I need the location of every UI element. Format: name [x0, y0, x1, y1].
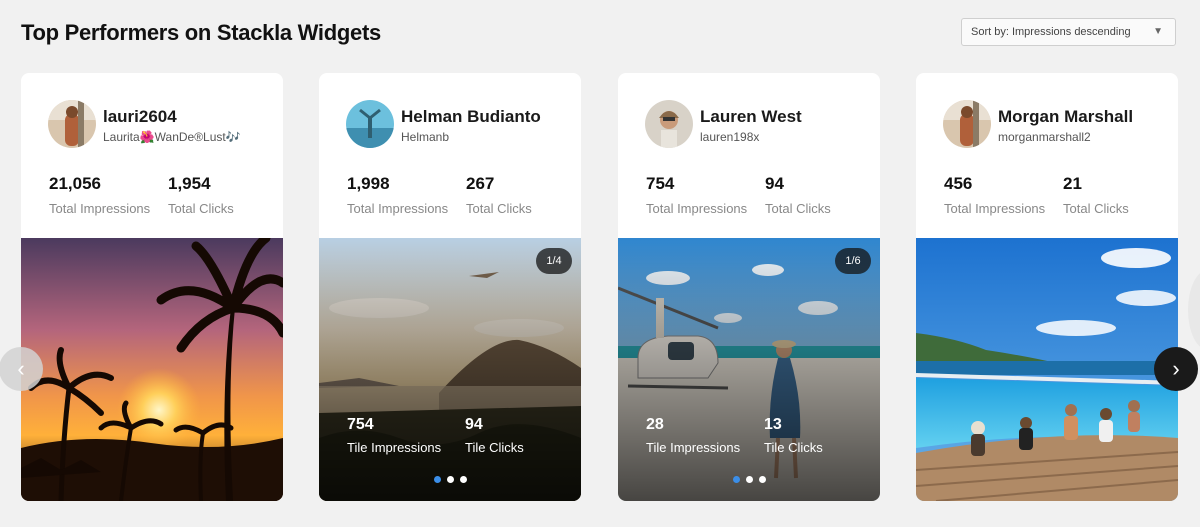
performer-name[interactable]: Lauren West [700, 107, 802, 127]
tile-impressions-label: Tile Impressions [646, 440, 741, 455]
tile-impressions-value: 754 [347, 416, 374, 433]
carousel-next-button[interactable]: › [1154, 347, 1198, 391]
tile-clicks: 94 Tile Clicks [465, 416, 524, 455]
carousel-dot[interactable] [758, 476, 766, 483]
post-image[interactable]: 1/4 754 Tile Impressions 94 Tile Clicks [319, 238, 581, 501]
post-image[interactable] [916, 238, 1178, 501]
total-clicks-value: 1,954 [168, 174, 211, 193]
carousel-dots [618, 476, 880, 483]
carousel-dot[interactable] [446, 476, 454, 483]
carousel-dots [319, 476, 581, 483]
carousel-dot[interactable] [459, 476, 467, 483]
tile-impressions-label: Tile Impressions [347, 440, 442, 455]
performer-handle: Laurita🌺WanDe®Lust🎶 [103, 130, 241, 144]
total-impressions-value: 456 [944, 174, 973, 193]
tile-impressions-value: 28 [646, 416, 664, 433]
total-clicks: 94 Total Clicks [765, 174, 831, 216]
tile-clicks-label: Tile Clicks [465, 440, 524, 455]
performer-name[interactable]: Helman Budianto [401, 107, 541, 127]
avatar [943, 100, 991, 148]
total-clicks: 267 Total Clicks [466, 174, 532, 216]
total-impressions-label: Total Impressions [347, 201, 449, 216]
tile-clicks-label: Tile Clicks [764, 440, 823, 455]
performer-name[interactable]: Morgan Marshall [998, 107, 1133, 127]
performer-name[interactable]: lauri2604 [103, 107, 177, 127]
total-impressions-label: Total Impressions [944, 201, 1046, 216]
total-impressions: 1,998 Total Impressions [347, 174, 448, 216]
total-clicks-label: Total Clicks [765, 201, 831, 216]
performer-card[interactable]: Lauren West lauren198x 754 Total Impress… [618, 73, 880, 501]
caret-down-icon: ▼ [1153, 26, 1163, 37]
total-clicks-value: 94 [765, 174, 784, 193]
tile-clicks-value: 94 [465, 416, 483, 433]
carousel-dot[interactable] [433, 476, 441, 483]
performer-card[interactable]: Morgan Marshall morganmarshall2 456 Tota… [916, 73, 1178, 501]
post-image[interactable] [21, 238, 283, 501]
tile-impressions: 28 Tile Impressions [646, 416, 740, 455]
sort-select[interactable]: Sort by: Impressions descending ▼ [961, 18, 1176, 46]
performer-card[interactable]: lauri2604 Laurita🌺WanDe®Lust🎶 21,056 Tot… [21, 73, 283, 501]
performer-handle: lauren198x [700, 130, 760, 144]
total-clicks-value: 21 [1063, 174, 1082, 193]
total-clicks-label: Total Clicks [1063, 201, 1129, 216]
post-image[interactable]: 1/6 28 Tile Impressions 13 Tile Clicks [618, 238, 880, 501]
performer-card[interactable]: Helman Budianto Helmanb 1,998 Total Impr… [319, 73, 581, 501]
sort-select-label: Sort by: Impressions descending [971, 26, 1131, 38]
carousel-dot[interactable] [745, 476, 753, 483]
total-impressions-label: Total Impressions [646, 201, 748, 216]
performer-handle: morganmarshall2 [998, 130, 1091, 144]
total-clicks-value: 267 [466, 174, 495, 193]
carousel-prev-button[interactable]: ‹ [0, 347, 43, 391]
total-impressions: 21,056 Total Impressions [49, 174, 150, 216]
total-clicks-label: Total Clicks [168, 201, 234, 216]
total-clicks: 1,954 Total Clicks [168, 174, 234, 216]
carousel-counter-badge: 1/6 [835, 248, 871, 274]
total-impressions: 456 Total Impressions [944, 174, 1045, 216]
tile-clicks: 13 Tile Clicks [764, 416, 823, 455]
avatar [48, 100, 96, 148]
total-impressions-label: Total Impressions [49, 201, 151, 216]
total-clicks-label: Total Clicks [466, 201, 532, 216]
total-impressions-value: 21,056 [49, 174, 101, 193]
tile-clicks-value: 13 [764, 416, 782, 433]
chevron-right-icon: › [1172, 356, 1180, 381]
avatar [346, 100, 394, 148]
carousel-dot[interactable] [732, 476, 740, 483]
next-card-peek [1188, 270, 1200, 350]
avatar [645, 100, 693, 148]
chevron-left-icon: ‹ [17, 356, 25, 381]
carousel-counter-badge: 1/4 [536, 248, 572, 274]
total-impressions-value: 1,998 [347, 174, 390, 193]
total-clicks: 21 Total Clicks [1063, 174, 1129, 216]
performer-handle: Helmanb [401, 130, 450, 144]
tile-impressions: 754 Tile Impressions [347, 416, 441, 455]
page-title: Top Performers on Stackla Widgets [21, 20, 381, 45]
total-impressions-value: 754 [646, 174, 675, 193]
total-impressions: 754 Total Impressions [646, 174, 747, 216]
